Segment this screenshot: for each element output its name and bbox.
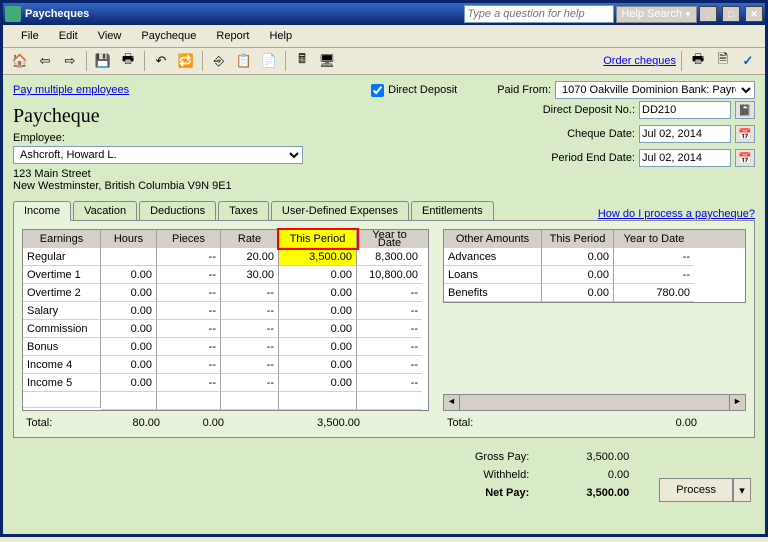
- post-icon[interactable]: ✓: [737, 50, 759, 72]
- print-icon[interactable]: 🖶: [687, 50, 709, 72]
- period-end-label: Period End Date:: [525, 152, 635, 164]
- minimize-button[interactable]: _: [699, 6, 717, 22]
- income-panel: Earnings Hours Pieces Rate This Period Y…: [13, 220, 755, 438]
- tab-user-defined[interactable]: User-Defined Expenses: [271, 201, 409, 220]
- scroll-left-icon[interactable]: ◄: [443, 394, 460, 411]
- other-scrollbar[interactable]: ◄ ►: [443, 394, 746, 411]
- menu-bar: File Edit View Paycheque Report Help: [3, 25, 765, 48]
- back-icon[interactable]: ⇦: [34, 50, 56, 72]
- windows-calc-icon[interactable]: 🖥: [316, 50, 338, 72]
- recalc-icon[interactable]: 🖩: [291, 50, 313, 72]
- table-row[interactable]: Salary0.00----0.00--: [23, 302, 428, 320]
- direct-deposit-checkbox[interactable]: Direct Deposit: [371, 84, 457, 97]
- cheque-date-label: Cheque Date:: [525, 128, 635, 140]
- print-preview-icon[interactable]: 🗎: [712, 50, 734, 72]
- table-row[interactable]: Overtime 10.00--30.000.0010,800.00: [23, 266, 428, 284]
- table-row[interactable]: Regular--20.003,500.008,300.00: [23, 248, 428, 266]
- table-row[interactable]: Loans0.00--: [444, 266, 745, 284]
- table-row[interactable]: Overtime 20.00----0.00--: [23, 284, 428, 302]
- copy-icon[interactable]: 📋: [233, 50, 255, 72]
- table-row[interactable]: Bonus0.00----0.00--: [23, 338, 428, 356]
- tab-income[interactable]: Income: [13, 201, 71, 221]
- tab-taxes[interactable]: Taxes: [218, 201, 269, 220]
- pay-multiple-link[interactable]: Pay multiple employees: [13, 84, 129, 96]
- app-icon: [5, 6, 21, 22]
- paid-from-label: Paid From:: [497, 84, 551, 96]
- other-amounts-table: Other Amounts This Period Year to Date A…: [443, 229, 746, 303]
- undo-icon[interactable]: ↶: [150, 50, 172, 72]
- menu-edit[interactable]: Edit: [49, 28, 88, 44]
- close-button[interactable]: ✕: [745, 6, 763, 22]
- menu-file[interactable]: File: [11, 28, 49, 44]
- period-end-input[interactable]: [639, 149, 731, 167]
- table-row[interactable]: Benefits0.00780.00: [444, 284, 745, 302]
- cheque-date-input[interactable]: [639, 125, 731, 143]
- title-bar: Paycheques Help Search▼ _ □ ✕: [3, 3, 765, 25]
- restore-button[interactable]: □: [722, 6, 740, 22]
- save-print-icon[interactable]: 🖶: [117, 50, 139, 72]
- other-total-row: Total: 0.00: [443, 417, 746, 429]
- net-pay-value: 3,500.00: [559, 484, 629, 502]
- gross-pay-label: Gross Pay:: [475, 448, 529, 466]
- withheld-value: 0.00: [559, 466, 629, 484]
- cheque-date-calendar-icon[interactable]: 📅: [735, 125, 755, 143]
- enter-icon[interactable]: ⎆: [208, 50, 230, 72]
- tab-entitlements[interactable]: Entitlements: [411, 201, 494, 220]
- table-row[interactable]: Income 50.00----0.00--: [23, 374, 428, 392]
- save-icon[interactable]: 💾: [92, 50, 114, 72]
- forward-icon[interactable]: ⇨: [59, 50, 81, 72]
- home-icon[interactable]: 🏠: [9, 50, 31, 72]
- toolbar: 🏠 ⇦ ⇨ 💾 🖶 ↶ 🔁 ⎆ 📋 📄 🖩 🖥 Order cheques 🖶 …: [3, 48, 765, 75]
- table-row[interactable]: Commission0.00----0.00--: [23, 320, 428, 338]
- employee-address-line2: New Westminster, British Columbia V9N 9E…: [13, 180, 333, 192]
- earnings-header: Earnings Hours Pieces Rate This Period Y…: [23, 230, 428, 248]
- help-question-input[interactable]: [464, 5, 614, 23]
- tab-deductions[interactable]: Deductions: [139, 201, 216, 220]
- paste-icon[interactable]: 📄: [258, 50, 280, 72]
- employee-address-line1: 123 Main Street: [13, 168, 333, 180]
- employee-label: Employee:: [13, 132, 333, 144]
- earnings-table: Earnings Hours Pieces Rate This Period Y…: [22, 229, 429, 411]
- process-dropdown-button[interactable]: ▾: [733, 478, 751, 502]
- table-row[interactable]: Income 40.00----0.00--: [23, 356, 428, 374]
- period-end-calendar-icon[interactable]: 📅: [735, 149, 755, 167]
- menu-view[interactable]: View: [88, 28, 132, 44]
- earnings-total-row: Total: 80.00 0.00 3,500.00: [22, 417, 429, 429]
- other-header: Other Amounts This Period Year to Date: [444, 230, 745, 248]
- menu-paycheque[interactable]: Paycheque: [131, 28, 206, 44]
- table-row[interactable]: Advances0.00--: [444, 248, 745, 266]
- paid-from-select[interactable]: 1070 Oakville Dominion Bank: Payroll: [555, 81, 755, 99]
- withheld-label: Withheld:: [475, 466, 529, 484]
- help-search-button[interactable]: Help Search▼: [616, 6, 696, 23]
- dd-no-label: Direct Deposit No.:: [525, 104, 635, 116]
- scroll-right-icon[interactable]: ►: [729, 394, 746, 411]
- menu-report[interactable]: Report: [206, 28, 259, 44]
- net-pay-label: Net Pay:: [475, 484, 529, 502]
- tab-vacation[interactable]: Vacation: [73, 201, 137, 220]
- recurring-icon[interactable]: 🔁: [175, 50, 197, 72]
- page-title: Paycheque: [13, 105, 333, 128]
- gross-pay-value: 3,500.00: [559, 448, 629, 466]
- window-title: Paycheques: [25, 8, 464, 20]
- process-button[interactable]: Process: [659, 478, 733, 502]
- dd-no-journal-icon[interactable]: 📓: [735, 101, 755, 119]
- help-process-link[interactable]: How do I process a paycheque?: [598, 208, 755, 220]
- order-cheques-link[interactable]: Order cheques: [603, 55, 676, 67]
- menu-help[interactable]: Help: [259, 28, 302, 44]
- employee-select[interactable]: Ashcroft, Howard L.: [13, 146, 303, 164]
- dd-no-input[interactable]: [639, 101, 731, 119]
